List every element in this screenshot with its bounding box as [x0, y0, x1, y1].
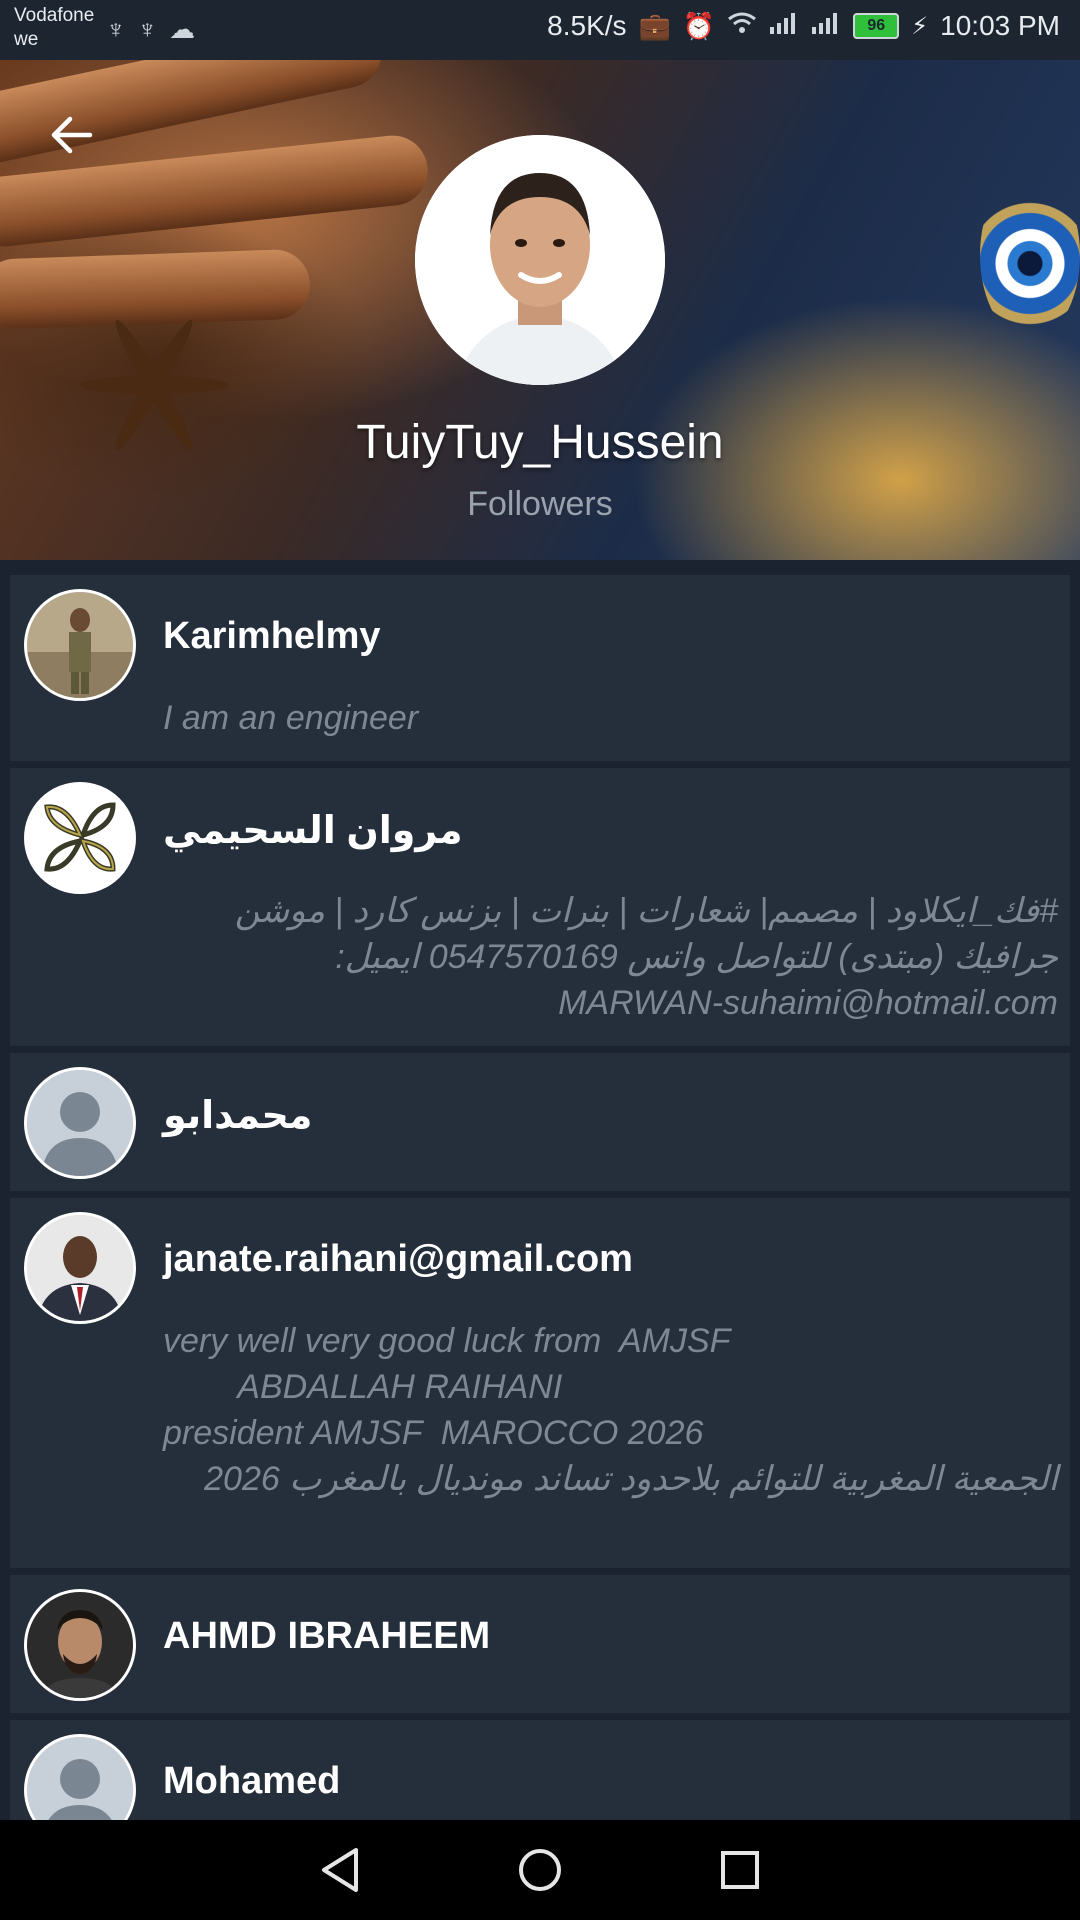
followers-list[interactable]: Karimhelmy I am an engineer مروان السحيم… [10, 575, 1070, 1820]
wifi-icon [727, 11, 757, 42]
list-item[interactable]: Mohamed [10, 1720, 1070, 1820]
follower-bio: I am an engineer [163, 699, 419, 737]
follower-name: Mohamed [163, 1760, 341, 1802]
follower-name: محمدابو [163, 1095, 313, 1137]
signal-icon [811, 11, 841, 42]
follower-name: مروان السحيمي [163, 810, 463, 852]
follower-bio: #فك_ايكلاود | مصمم| شعارات | بنرات | بزن… [234, 892, 1058, 1022]
status-right: 8.5K/s 💼 ⏰ 96 ⚡ 10:03 PM [547, 10, 1060, 42]
profile-avatar[interactable] [415, 135, 665, 385]
list-item[interactable]: Karimhelmy I am an engineer [10, 575, 1070, 761]
default-user-icon [27, 1737, 133, 1820]
alarm-icon: ⏰ [682, 10, 716, 41]
clock: 10:03 PM [940, 10, 1060, 41]
nav-back-button[interactable] [310, 1840, 370, 1900]
nav-recent-button[interactable] [710, 1840, 770, 1900]
avatar[interactable] [24, 1734, 136, 1820]
notification-icons: ♆ ♆ ☁ [106, 14, 195, 45]
follower-name: janate.raihani@gmail.com [163, 1238, 633, 1280]
default-user-icon [27, 1070, 133, 1176]
network-speed: 8.5K/s [547, 10, 627, 41]
cloud-icon: ☁ [169, 14, 195, 44]
follower-name: Karimhelmy [163, 615, 381, 657]
battery-icon: 96 [853, 13, 900, 39]
status-bar: Vodafone we ♆ ♆ ☁ 8.5K/s 💼 ⏰ 96 ⚡ 10:03 … [0, 0, 1080, 60]
square-recent-icon [721, 1851, 759, 1889]
profile-name: TuiyTuy_Hussein [356, 416, 724, 469]
circle-home-icon [519, 1849, 561, 1891]
system-navigation-bar [0, 1820, 1080, 1920]
list-item[interactable]: AHMD IBRAHEEM [10, 1575, 1070, 1713]
arrow-left-icon [51, 116, 93, 154]
avatar[interactable] [24, 589, 136, 701]
background-decor [0, 248, 312, 330]
avatar[interactable] [24, 1589, 136, 1701]
charging-icon: ⚡ [911, 12, 929, 40]
usb-icon: ♆ [106, 14, 126, 44]
list-item[interactable]: محمدابو [10, 1053, 1070, 1191]
list-item[interactable]: janate.raihani@gmail.com very well very … [10, 1198, 1070, 1568]
background-decor [79, 376, 229, 394]
usb-icon: ♆ [137, 14, 158, 44]
carrier-label: Vodafone we [14, 5, 95, 50]
avatar[interactable] [24, 1067, 136, 1179]
page-subtitle: Followers [467, 485, 613, 523]
avatar[interactable] [24, 782, 136, 894]
follower-name: AHMD IBRAHEEM [163, 1615, 491, 1657]
profile-header: TuiyTuy_Hussein Followers [0, 60, 1080, 560]
triangle-back-icon [322, 1848, 358, 1892]
back-button[interactable] [38, 102, 104, 168]
nav-home-button[interactable] [510, 1840, 570, 1900]
avatar[interactable] [24, 1212, 136, 1324]
background-decor [980, 170, 1080, 340]
briefcase-icon: 💼 [638, 10, 671, 41]
list-item[interactable]: مروان السحيمي #فك_ايكلاود | مصمم| شعارات… [10, 768, 1070, 1046]
signal-icon [769, 11, 799, 42]
follower-bio: very well very good luck from AMJSF ABDA… [163, 1322, 1058, 1498]
